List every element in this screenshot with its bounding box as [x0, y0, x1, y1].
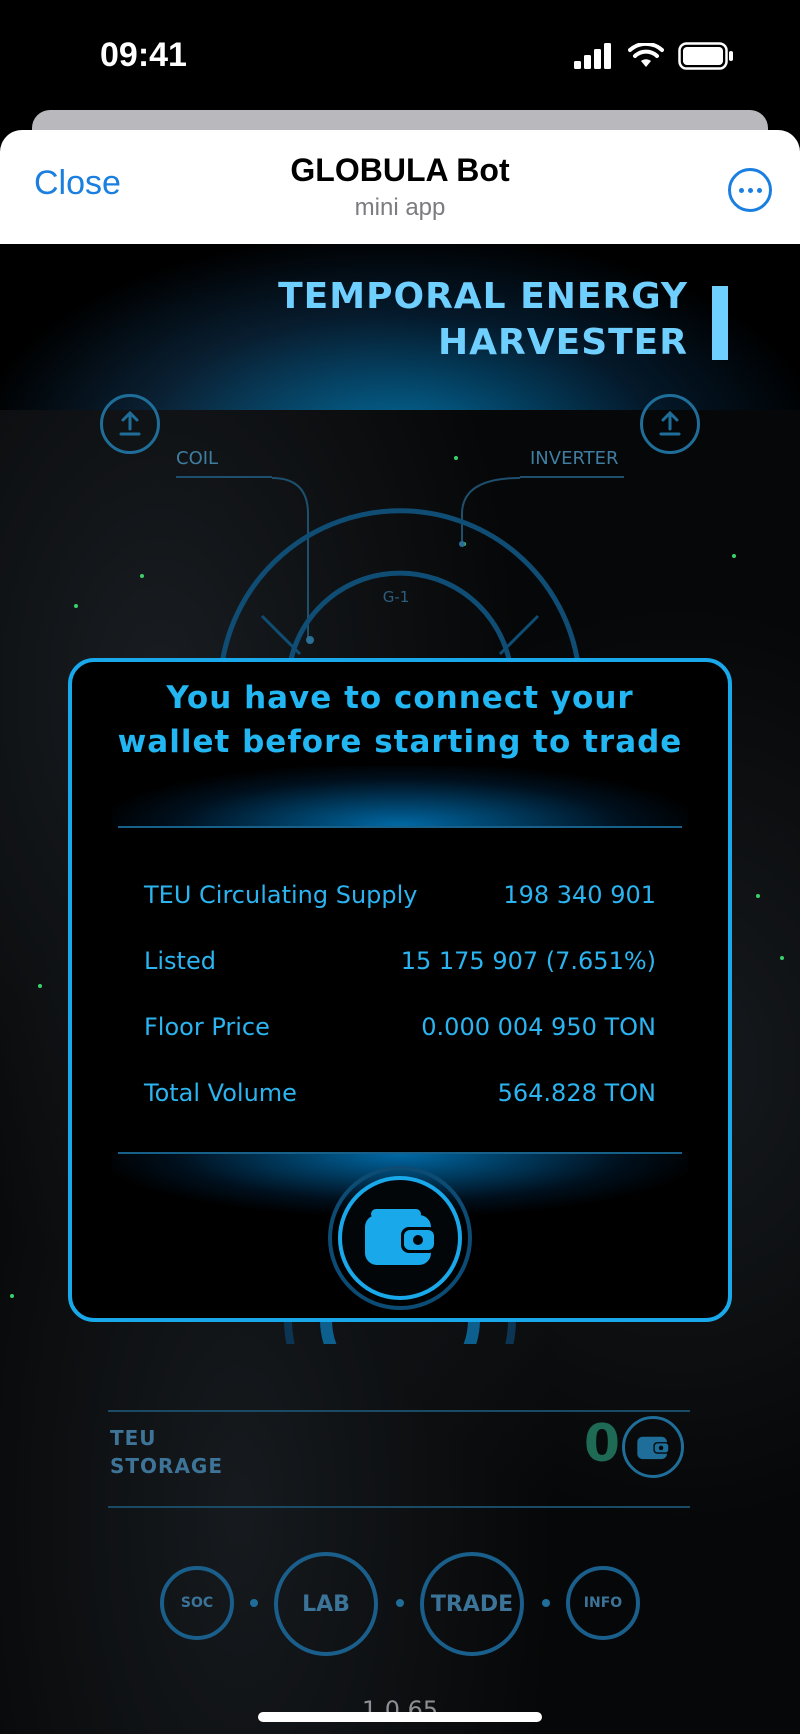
top-divider [118, 826, 682, 828]
status-icons [574, 42, 734, 70]
wifi-icon [628, 43, 664, 67]
stat-row: Total Volume 564.828 TON [144, 1060, 656, 1126]
status-time: 09:41 [100, 36, 187, 74]
wallet-icon [365, 1209, 437, 1265]
stat-value: 0.000 004 950 TON [421, 1013, 656, 1041]
storage-label-line1: TEU [110, 1426, 157, 1450]
nav-info-button[interactable]: INFO [566, 1566, 640, 1640]
more-dot-icon [747, 187, 753, 193]
storage-top-divider [108, 1410, 690, 1412]
app-area: TEMPORAL ENERGY HARVESTER COIL INVERTER [0, 244, 800, 1734]
nav-separator-dot [542, 1599, 550, 1607]
modal-title-line1: You have to connect your [166, 680, 634, 716]
more-dot-icon [738, 187, 744, 193]
stat-value: 564.828 TON [497, 1079, 656, 1107]
status-bar: 09:41 [0, 0, 800, 110]
mini-app-header: Close GLOBULA Bot mini app [0, 130, 800, 244]
storage-value: 0 [583, 1414, 620, 1474]
nav-soc-button[interactable]: SOC [160, 1566, 234, 1640]
nav-separator-dot [250, 1599, 258, 1607]
battery-icon [678, 42, 733, 70]
stat-value: 15 175 907 (7.651%) [400, 947, 656, 975]
nav-lab-button[interactable]: LAB [274, 1552, 378, 1656]
stats-list: TEU Circulating Supply 198 340 901 Liste… [144, 862, 656, 1126]
gauge-label: G-1 [383, 588, 410, 606]
stat-label: Listed [144, 947, 216, 975]
nav-separator-dot [396, 1599, 404, 1607]
storage-bottom-divider [108, 1506, 690, 1508]
bot-subtitle: mini app [354, 194, 446, 221]
stat-row: Floor Price 0.000 004 950 TON [144, 994, 656, 1060]
bot-title: GLOBULA Bot [290, 152, 510, 188]
storage-wallet-button[interactable] [622, 1416, 684, 1478]
stat-label: Total Volume [144, 1079, 297, 1107]
modal-title: You have to connect your wallet before s… [72, 676, 728, 764]
home-indicator [258, 1712, 542, 1722]
modal-title-line2: wallet before starting to trade [117, 724, 683, 760]
more-dot-icon [756, 187, 762, 193]
wallet-icon [637, 1436, 670, 1460]
stat-label: Floor Price [144, 1013, 270, 1041]
connect-wallet-ring [338, 1176, 462, 1300]
bottom-nav: SOC LAB TRADE INFO [0, 1548, 800, 1658]
storage-label: TEU STORAGE [110, 1424, 223, 1480]
storage-label-line2: STORAGE [110, 1454, 224, 1478]
stat-row: Listed 15 175 907 (7.651%) [144, 928, 656, 994]
connect-wallet-button[interactable] [328, 1166, 472, 1310]
more-options-button[interactable] [728, 168, 772, 212]
stat-row: TEU Circulating Supply 198 340 901 [144, 862, 656, 928]
connect-wallet-modal: You have to connect your wallet before s… [68, 658, 732, 1322]
cellular-signal-icon [574, 43, 611, 69]
top-glow [112, 766, 688, 826]
stat-value: 198 340 901 [503, 881, 656, 909]
nav-trade-button[interactable]: TRADE [420, 1552, 524, 1656]
stat-label: TEU Circulating Supply [144, 881, 418, 909]
